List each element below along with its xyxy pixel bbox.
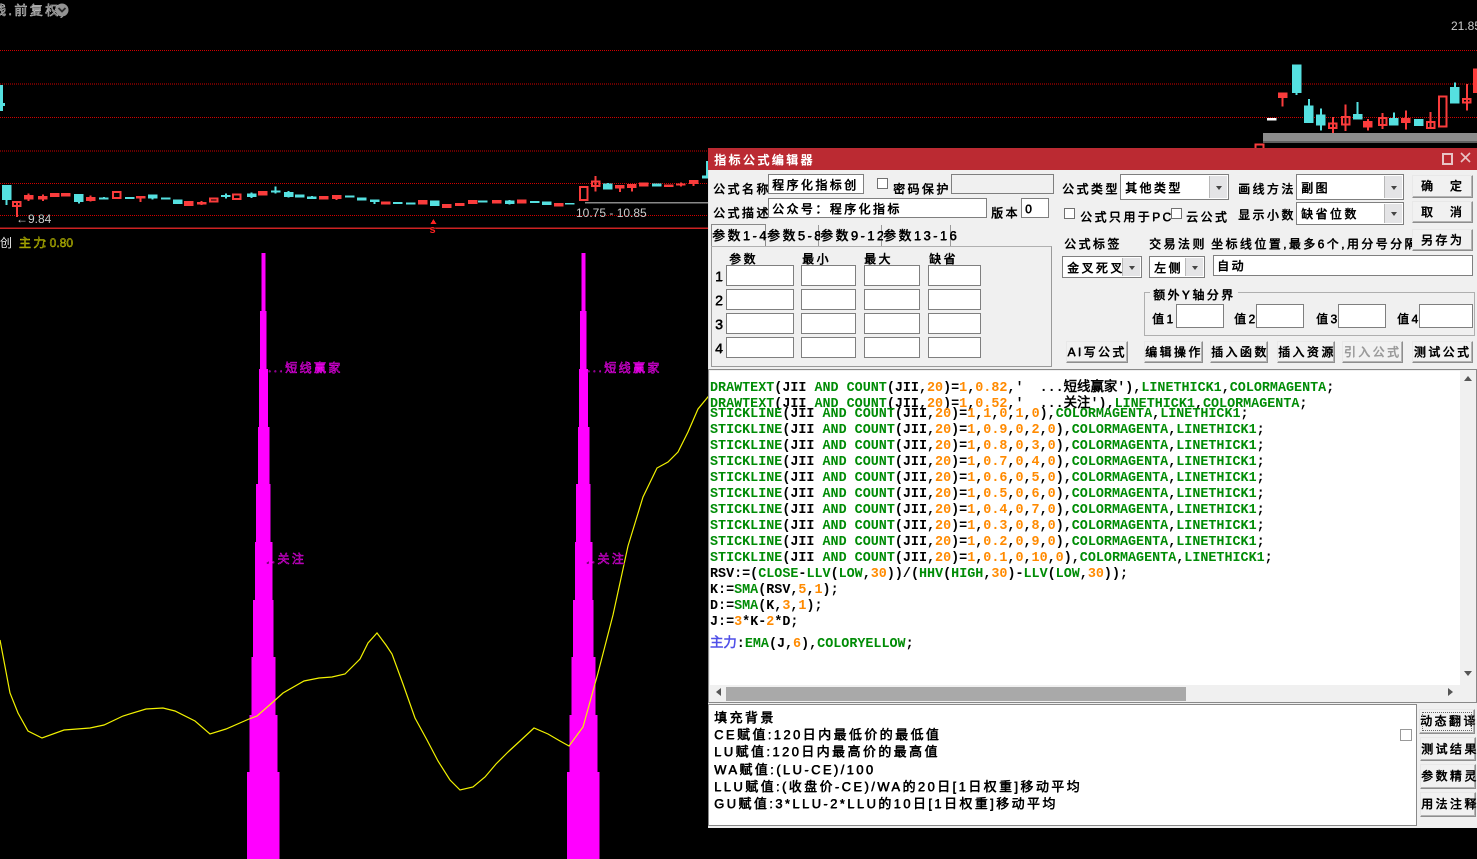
svg-text:...短线赢家: ...短线赢家 bbox=[268, 360, 343, 375]
svg-text:...短线赢家: ...短线赢家 bbox=[587, 360, 662, 375]
svg-text:←9.84: ←9.84 bbox=[16, 212, 52, 226]
svg-text:21.85: 21.85 bbox=[1451, 19, 1477, 33]
svg-text:10.75 - 10.85: 10.75 - 10.85 bbox=[576, 206, 647, 220]
svg-text:: 0.80: : 0.80 bbox=[43, 236, 73, 250]
svg-text:..关注: ..关注 bbox=[266, 551, 306, 566]
svg-text:..关注: ..关注 bbox=[586, 551, 626, 566]
svg-text:s: s bbox=[430, 224, 436, 236]
svg-text:创: 创 bbox=[0, 236, 14, 250]
